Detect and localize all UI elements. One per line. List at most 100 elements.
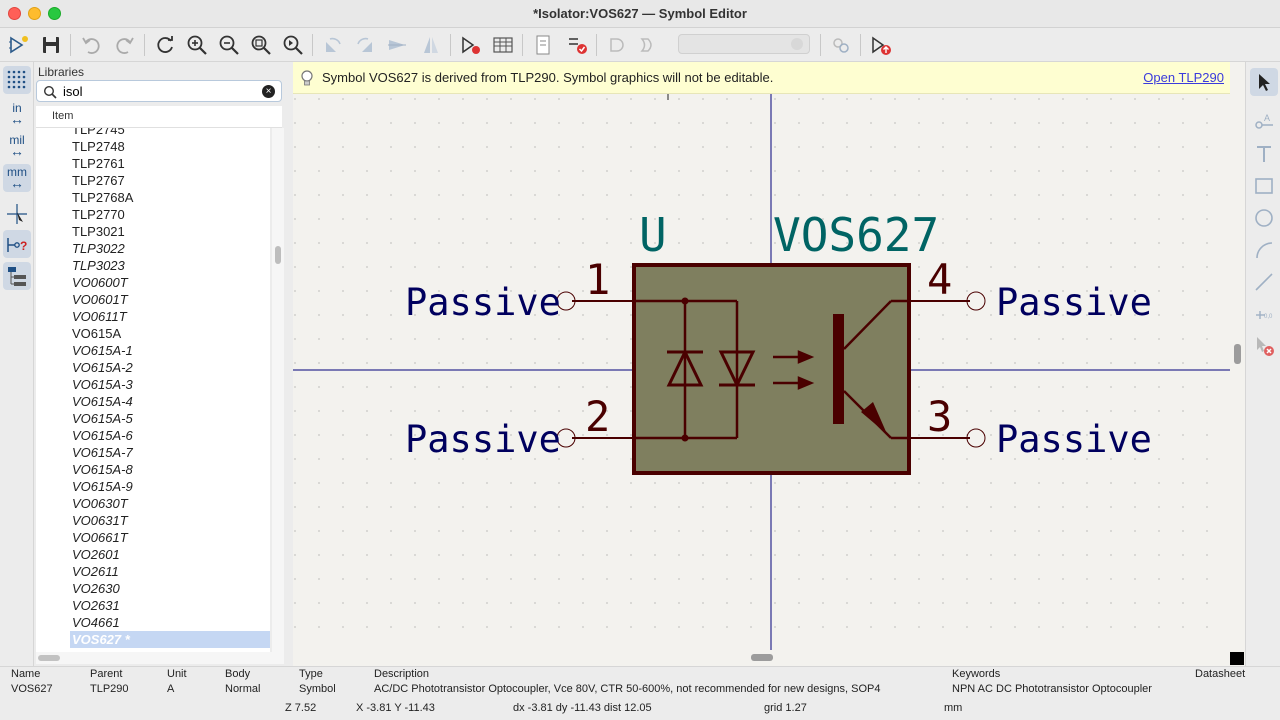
title-bar: *Isolator:VOS627 — Symbol Editor	[0, 0, 1280, 28]
library-search-input[interactable]	[63, 83, 253, 100]
open-parent-symbol-link[interactable]: Open TLP290	[1143, 70, 1224, 85]
library-item[interactable]: TLP2767	[36, 172, 270, 189]
set-anchor-button[interactable]: 0,0	[1250, 300, 1278, 328]
add-circle-button[interactable]	[1250, 204, 1278, 232]
rotate-cw-button[interactable]	[352, 32, 378, 58]
library-item[interactable]: VO615A-7	[36, 444, 270, 461]
add-to-schematic-icon	[872, 36, 891, 55]
library-item[interactable]: VO0631T	[36, 512, 270, 529]
canvas-horizontal-scrollbar[interactable]	[293, 650, 1245, 666]
library-item[interactable]: VO2601	[36, 546, 270, 563]
prop-name: Name VOS627	[11, 668, 53, 695]
status-bar: Z 7.52 X -3.81 Y -11.43 dx -3.81 dy -11.…	[0, 700, 1280, 720]
library-item[interactable]: TLP2745	[36, 128, 270, 138]
library-panel-title: Libraries	[38, 65, 85, 79]
add-text-button[interactable]	[1250, 140, 1278, 168]
library-item[interactable]: VO0611T	[36, 308, 270, 325]
library-item[interactable]: TLP3022	[36, 240, 270, 257]
delete-cursor-icon	[1257, 337, 1274, 356]
canvas-vertical-scrollbar[interactable]	[1230, 94, 1245, 650]
mirror-h-button[interactable]	[384, 32, 410, 58]
add-arc-button[interactable]	[1250, 236, 1278, 264]
library-item[interactable]: VO0600T	[36, 274, 270, 291]
units-mil-button[interactable]: mil ↔	[3, 132, 31, 160]
library-horizontal-scrollbar[interactable]	[36, 652, 284, 664]
sync-pins-button[interactable]	[828, 32, 854, 58]
de-morgan-standard-button[interactable]	[604, 32, 630, 58]
select-tool-button[interactable]	[1250, 68, 1278, 96]
refresh-button[interactable]	[152, 32, 178, 58]
status-delta: dx -3.81 dy -11.43 dist 12.05	[513, 702, 652, 714]
library-item[interactable]: TLP3023	[36, 257, 270, 274]
symbol-canvas[interactable]: U VOS627 1 2 4 3 Passive Passive Passive…	[293, 94, 1230, 650]
reference-field: U	[639, 208, 667, 262]
units-inch-button[interactable]: in ↔	[3, 100, 31, 128]
svg-text:A: A	[1264, 113, 1270, 123]
library-item[interactable]: VO0630T	[36, 495, 270, 512]
unit-selector[interactable]	[678, 34, 810, 54]
add-pin-button[interactable]: A	[1250, 108, 1278, 136]
rotate-ccw-button[interactable]	[320, 32, 346, 58]
library-item[interactable]: VO615A-2	[36, 359, 270, 376]
library-item[interactable]: TLP3021	[36, 223, 270, 240]
library-column-header[interactable]: Item	[36, 106, 282, 128]
add-rectangle-button[interactable]	[1250, 172, 1278, 200]
mirror-v-button[interactable]	[418, 32, 444, 58]
library-item[interactable]: VO4661	[36, 614, 270, 631]
add-line-button[interactable]	[1250, 268, 1278, 296]
library-item[interactable]: VO615A-4	[36, 393, 270, 410]
datasheet-button[interactable]	[530, 32, 556, 58]
symbol-properties-icon	[462, 36, 480, 54]
library-item[interactable]: VO615A-3	[36, 376, 270, 393]
library-item[interactable]: TLP2768A	[36, 189, 270, 206]
library-item[interactable]: VO615A	[36, 325, 270, 342]
main-toolbar	[0, 28, 1280, 62]
add-to-schematic-button[interactable]	[868, 32, 894, 58]
library-item[interactable]: TLP2748	[36, 138, 270, 155]
new-symbol-button[interactable]	[6, 32, 32, 58]
library-tree-icon	[8, 267, 26, 286]
chevron-down-icon	[791, 38, 803, 50]
library-item-selected[interactable]: VOS627 *	[70, 631, 270, 648]
library-item[interactable]: VO615A-8	[36, 461, 270, 478]
zoom-in-button[interactable]	[184, 32, 210, 58]
prop-description: Description AC/DC Phototransistor Optocou…	[374, 668, 881, 695]
redo-button[interactable]	[112, 32, 138, 58]
show-pin-electrical-type-button[interactable]: ?	[3, 230, 31, 258]
library-item[interactable]: VO615A-6	[36, 427, 270, 444]
zoom-selection-button[interactable]	[280, 32, 306, 58]
zoom-out-button[interactable]	[216, 32, 242, 58]
pin-type-label: Passive	[996, 281, 1152, 324]
zoom-fit-button[interactable]	[248, 32, 274, 58]
library-item[interactable]: VO615A-5	[36, 410, 270, 427]
library-item[interactable]: VO615A-1	[36, 342, 270, 359]
save-button[interactable]	[38, 32, 64, 58]
zoom-out-icon	[219, 35, 239, 55]
units-mm-button[interactable]: mm ↔	[3, 164, 31, 192]
prop-unit: Unit A	[167, 668, 187, 695]
symbol-checker-button[interactable]	[564, 32, 590, 58]
prop-parent: Parent TLP290	[90, 668, 129, 695]
status-coordinates: X -3.81 Y -11.43	[356, 702, 435, 714]
clear-search-icon[interactable]: ×	[262, 85, 275, 98]
de-morgan-alternate-button[interactable]	[636, 32, 662, 58]
library-vertical-scrollbar[interactable]	[272, 128, 284, 652]
library-item[interactable]: VO615A-9	[36, 478, 270, 495]
status-units: mm	[944, 702, 963, 714]
undo-button[interactable]	[78, 32, 104, 58]
symbol-properties-button[interactable]	[458, 32, 484, 58]
library-item[interactable]: TLP2761	[36, 155, 270, 172]
library-item[interactable]: VO2611	[36, 563, 270, 580]
delete-tool-button[interactable]	[1250, 332, 1278, 360]
crosshair-button[interactable]	[3, 200, 31, 228]
library-item[interactable]: VO0601T	[36, 291, 270, 308]
junction-dot	[681, 297, 689, 305]
library-item[interactable]: VO2631	[36, 597, 270, 614]
pin-table-button[interactable]	[490, 32, 516, 58]
library-item[interactable]: TLP2770	[36, 206, 270, 223]
library-item[interactable]: VO2630	[36, 580, 270, 597]
show-library-tree-button[interactable]	[3, 262, 31, 290]
toggle-grid-button[interactable]	[3, 66, 31, 94]
library-item[interactable]: VO0661T	[36, 529, 270, 546]
status-grid: grid 1.27	[764, 702, 807, 714]
